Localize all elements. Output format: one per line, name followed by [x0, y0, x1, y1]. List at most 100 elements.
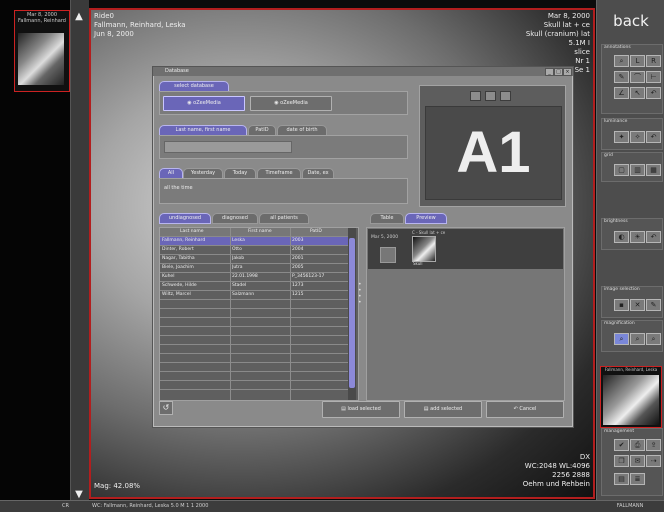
grid-3-icon[interactable]: ▦ [646, 164, 661, 176]
settings-icon[interactable]: ≣ [630, 473, 645, 485]
print-icon[interactable]: ⎙ [630, 439, 645, 451]
delete-icon[interactable]: ✕ [630, 299, 645, 311]
table-scrollbar[interactable] [348, 228, 356, 400]
brightness-up-icon[interactable]: ☀ [630, 231, 645, 243]
table-scrollbar-thumb[interactable] [349, 238, 355, 388]
table-row-empty [160, 381, 352, 390]
table-row[interactable]: Nagar, Tabitha Jakob 2001 [160, 255, 352, 264]
layout-1-icon[interactable] [470, 91, 481, 101]
tab-all-patients[interactable]: all patients [259, 213, 309, 224]
thumbnail-scrollbar[interactable] [70, 0, 89, 511]
line-icon[interactable]: ⊢ [646, 71, 661, 83]
arc-icon[interactable]: ⌒ [630, 71, 645, 83]
database-button-1[interactable]: ◉ oZeeMedia [163, 96, 245, 111]
series-thumbnail-caption: Mar 8, 2000 Fallmann, Reinhard [16, 12, 68, 24]
add-selected-button[interactable]: ▤ add selected [404, 401, 482, 418]
table-row[interactable]: Schwede, Hilde Stadel 1273 [160, 282, 352, 291]
contrast-icon[interactable]: ✧ [630, 131, 645, 143]
name-search-section [159, 135, 408, 159]
cell-patid: P_3456123-17 [292, 274, 325, 279]
zoom-icon[interactable]: ⌕ [614, 55, 629, 67]
save-icon[interactable]: ✔ [614, 439, 629, 451]
table-row[interactable]: Kuhel 22.01.1998 P_3456123-17 [160, 273, 352, 282]
dialog-titlebar[interactable]: Database [153, 67, 573, 76]
pointer-icon[interactable]: ↖ [630, 87, 645, 99]
mail-icon[interactable]: ✉ [630, 455, 645, 467]
close-icon[interactable]: × [563, 68, 572, 76]
group-luminance: luminance ✦ ✧ ↶ [601, 118, 663, 150]
layout-3-icon[interactable] [500, 91, 511, 101]
refresh-icon[interactable]: ↺ [159, 401, 173, 415]
database-button-label: oZeeMedia [193, 100, 221, 106]
reset-brightness-icon[interactable]: ↶ [646, 231, 661, 243]
table-row[interactable]: Dinter, Robert Otto 2004 [160, 246, 352, 255]
column-header-last-name[interactable]: Last name [180, 228, 204, 236]
group-label: image selection [604, 287, 640, 292]
magnification-readout: Mag: 42.08% [94, 482, 141, 490]
angle-icon[interactable]: ∠ [614, 87, 629, 99]
load-selected-button[interactable]: ▤ load selected [322, 401, 400, 418]
overlay-line: 5.1M I [568, 39, 590, 47]
cell-patid: 2003 [292, 238, 304, 243]
preview-thumbnail[interactable] [412, 236, 436, 262]
overlay-line: Nr 1 [575, 57, 590, 65]
archive-icon[interactable]: ▤ [614, 473, 629, 485]
overlay-line: Skull (cranium) lat [525, 30, 590, 38]
back-button[interactable]: back [601, 6, 661, 36]
minimize-icon[interactable]: _ [545, 68, 554, 76]
table-row[interactable]: Fallmann, Reinhard Leska 2003 [160, 237, 352, 246]
overlay-line: 2256 2888 [552, 471, 590, 479]
overlay-line: Skull lat + ce [543, 21, 590, 29]
layout-2-icon[interactable] [485, 91, 496, 101]
tab-table[interactable]: Table [370, 213, 404, 224]
grid-2-icon[interactable]: ▥ [630, 164, 645, 176]
thumbnail-caption: Fallmann, Reinhard, Leska [604, 367, 658, 372]
series-icon[interactable] [380, 247, 396, 263]
send-icon[interactable]: ⇢ [646, 455, 661, 467]
table-row[interactable]: Wiltz, Marcel Salzmann 1215 [160, 291, 352, 300]
group-annotations: annotations ⌕ L R ✎ ⌒ ⊢ ∠ ↖ ↶ [601, 44, 663, 114]
time-filter-section: all the time [159, 178, 408, 204]
active-image-thumbnail[interactable]: Fallmann, Reinhard, Leska [600, 366, 662, 428]
cancel-button[interactable]: ↶ Cancel [486, 401, 564, 418]
undo-icon[interactable]: ↶ [646, 87, 661, 99]
name-search-input[interactable] [164, 141, 292, 153]
database-dialog: Database _ □ × select database ◉ oZeeMed… [152, 66, 574, 428]
cell-first-name: Stadel [232, 283, 247, 288]
grid-1-icon[interactable]: ▢ [614, 164, 629, 176]
marker-l-icon[interactable]: L [630, 55, 645, 67]
preview-panel: Mar 5, 2000 C - Skull lat + ce Skull [366, 227, 565, 401]
zoom-in-icon[interactable]: ⌕ [630, 333, 645, 345]
preview-date: Mar 5, 2000 [371, 235, 399, 240]
maximize-icon[interactable]: □ [554, 68, 563, 76]
tab-undiagnosed[interactable]: undiagnosed [159, 213, 211, 224]
export-icon[interactable]: ⇪ [646, 439, 661, 451]
select-icon[interactable]: ▪ [614, 299, 629, 311]
database-button-label: oZeeMedia [280, 100, 308, 106]
marker-r-icon[interactable]: R [646, 55, 661, 67]
edit-icon[interactable]: ✎ [646, 299, 661, 311]
pen-icon[interactable]: ✎ [614, 71, 629, 83]
brightness-down-icon[interactable]: ◐ [614, 231, 629, 243]
zoom-out-icon[interactable]: ⌕ [646, 333, 661, 345]
luminance-icon[interactable]: ✦ [614, 131, 629, 143]
cell-last-name: Nagar, Tabitha [162, 256, 195, 261]
series-thumbnail[interactable]: Mar 8, 2000 Fallmann, Reinhard [14, 10, 70, 92]
scroll-up-icon[interactable]: ▲ [72, 10, 86, 24]
splitter-handle[interactable]: • • • • [358, 282, 364, 306]
dialog-title: Database [165, 68, 189, 74]
database-button-2[interactable]: ◉ oZeeMedia [250, 96, 332, 111]
tab-preview[interactable]: Preview [405, 213, 447, 224]
column-header-first-name[interactable]: First name [248, 228, 272, 236]
overlay-top-left: Ride0 Fallmann, Reinhard, Leska Jun 8, 2… [94, 12, 186, 39]
column-divider [290, 228, 291, 400]
zoom-fit-icon[interactable]: ⌕ [614, 333, 629, 345]
column-header-patid[interactable]: PatID [310, 228, 322, 236]
tab-diagnosed[interactable]: diagnosed [212, 213, 258, 224]
patient-table: Last name First name PatID Fallmann, Rei… [159, 227, 359, 401]
cell-first-name: 22.01.1998 [232, 274, 258, 279]
reset-luminance-icon[interactable]: ↶ [646, 131, 661, 143]
cell-last-name: Fallmann, Reinhard [162, 238, 206, 243]
copy-icon[interactable]: ❐ [614, 455, 629, 467]
table-row[interactable]: Biele, Joachim Jutra 2005 [160, 264, 352, 273]
